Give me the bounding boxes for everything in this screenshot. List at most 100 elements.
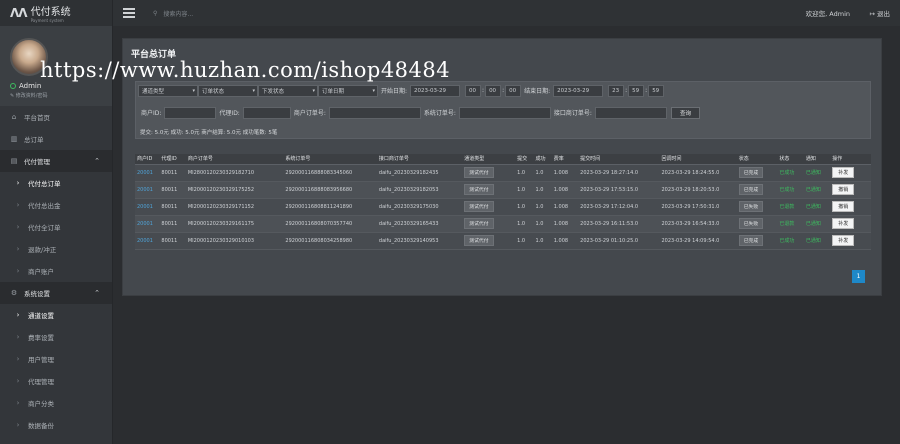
search-icon: ⚲ [153, 9, 158, 17]
end-minute-input[interactable]: 59 [628, 84, 645, 97]
list-icon: ▤ [10, 157, 18, 165]
start-date-input[interactable]: 2023-03-29 [410, 84, 461, 97]
cell-ctime: 2023-03-29 17:50:31.0 [661, 203, 720, 210]
result-text: 已退款 [779, 204, 795, 210]
notify-text: 已通知 [805, 187, 821, 193]
sidebar-item-9[interactable]: › 通道设置 [0, 304, 112, 326]
end-second-input[interactable]: 59 [648, 84, 665, 97]
column-header[interactable]: 回调时间 [659, 154, 737, 165]
table-header: 商户ID 代理ID 商户订单号 系统订单号 接口商订单号 通道类型 提交 成功 费率 提交时间 回调… [135, 154, 871, 165]
topbar: ⚲ 搜索内容... 欢迎您, Admin ↦ 退出 [113, 0, 900, 26]
notify-text: 已通知 [805, 221, 821, 227]
sidebar-item-2[interactable]: ▤ 代付管理 ⌃ [0, 150, 112, 172]
sidebar-item-label: 商户分类 [28, 400, 54, 408]
sidebar-item-4[interactable]: › 代付总出金 [0, 194, 112, 216]
merchant-id-link[interactable]: 20001 [137, 221, 153, 227]
result-text: 已成功 [779, 187, 795, 193]
start-minute-input[interactable]: 00 [485, 84, 502, 97]
sidebar-item-6[interactable]: › 退款/冲正 [0, 238, 112, 260]
sidebar-item-label: 总订单 [24, 136, 44, 144]
status-badge: 已完成 [738, 235, 764, 246]
merchant-id-link[interactable]: 20001 [137, 238, 153, 244]
date-type-select[interactable]: 订单日期 ▾ [318, 84, 378, 97]
sidebar-item-8[interactable]: ⚙ 系统设置 ⌃ [0, 282, 112, 304]
merchant-id-link[interactable]: 20001 [137, 170, 153, 176]
status-badge: 已完成 [738, 184, 764, 195]
sidebar-item-label: 数据备份 [28, 422, 54, 430]
column-header[interactable]: 接口商订单号 [376, 154, 463, 165]
search-button[interactable]: 查询 [670, 106, 700, 119]
sidebar-item-7[interactable]: › 商户账户 [0, 260, 112, 282]
chevron-right-icon: › [16, 311, 20, 319]
column-header[interactable]: 代理ID [159, 154, 186, 165]
table-row: 20001 80011 MI200012023032917525​2 29200011… [135, 181, 871, 199]
order-status-select[interactable]: 订单状态 ▾ [198, 84, 258, 97]
menu-toggle-icon[interactable] [123, 8, 135, 18]
column-header[interactable]: 通知 [803, 154, 831, 165]
sidebar-item-0[interactable]: ⌂ 平台首页 [0, 106, 112, 128]
row-action-button[interactable]: 补发 [832, 235, 855, 246]
pagination-page-1[interactable]: 1 [852, 270, 865, 283]
row-action-button[interactable]: 撤销 [832, 184, 855, 195]
cell-morder: MI200012023032916117​5 [187, 220, 255, 227]
column-header[interactable]: 通道类型 [462, 154, 516, 165]
column-header[interactable]: 商户ID [135, 154, 160, 165]
merchant-id-link[interactable]: 20001 [137, 187, 153, 193]
row-action-button[interactable]: 撤销 [832, 201, 855, 212]
issue-status-select[interactable]: 下发状态 ▾ [258, 84, 318, 97]
upstream-order-input[interactable] [594, 106, 667, 119]
row-action-button[interactable]: 补发 [832, 167, 855, 178]
system-order-input[interactable] [458, 106, 551, 119]
cell-aid: 80011 [161, 186, 178, 193]
sidebar-item-13[interactable]: › 商户分类 [0, 392, 112, 414]
cell-sorder: 292000116808034258980 [285, 237, 353, 244]
chevron-right-icon: › [16, 223, 20, 231]
channel-tag: 测试代付 [464, 184, 494, 195]
column-header[interactable]: 状态 [777, 154, 804, 165]
sidebar-item-10[interactable]: › 费率设置 [0, 326, 112, 348]
column-header[interactable]: 提交时间 [578, 154, 660, 165]
sidebar-item-3[interactable]: › 代付总订单 [0, 172, 112, 194]
merchant-order-input[interactable] [328, 106, 421, 119]
sidebar-item-12[interactable]: › 代理管理 [0, 370, 112, 392]
avatar[interactable] [10, 38, 48, 76]
agent-id-input[interactable] [242, 106, 291, 119]
sidebar-item-14[interactable]: › 数据备份 [0, 414, 112, 436]
start-hour-input[interactable]: 00 [465, 84, 482, 97]
cell-ctime: 2023-03-29 18:20:53.0 [661, 186, 720, 193]
cell-rate: 1.008 [553, 169, 569, 176]
end-hour-input[interactable]: 23 [608, 84, 625, 97]
search-input[interactable]: 搜索内容... [163, 9, 193, 18]
end-date-input[interactable]: 2023-03-29 [553, 84, 604, 97]
merchant-id-link[interactable]: 20001 [137, 204, 153, 210]
sidebar-item-1[interactable]: ▥ 总订单 [0, 128, 112, 150]
start-second-input[interactable]: 00 [505, 84, 522, 97]
column-header[interactable]: 商户订单号 [185, 154, 284, 165]
sidebar-item-label: 费率设置 [28, 334, 54, 342]
cell-aid: 80011 [161, 237, 178, 244]
sidebar-item-5[interactable]: › 代付全订单 [0, 216, 112, 238]
app-title: 代付系统 [30, 7, 71, 18]
channel-tag: 测试代付 [464, 218, 494, 229]
edit-profile-link[interactable]: ✎ 修改资料/密码 [10, 92, 47, 99]
column-header[interactable]: 状态 [736, 154, 778, 165]
chevron-right-icon: › [16, 333, 20, 341]
column-header[interactable]: 成功 [533, 154, 552, 165]
row-action-button[interactable]: 补发 [832, 218, 855, 229]
merchant-id-input[interactable] [164, 106, 217, 119]
column-header[interactable]: 费率 [551, 154, 579, 165]
channel-type-select[interactable]: 通道类型 ▾ [138, 84, 198, 97]
chevron-right-icon: › [16, 399, 20, 407]
app-subtitle: Payment system [30, 18, 64, 23]
orders-table: 商户ID 代理ID 商户订单号 系统订单号 接口商订单号 通道类型 提交 成功 费率 提交时间 回调… [135, 154, 871, 250]
column-header[interactable]: 系统订单号 [283, 154, 377, 165]
logout-button[interactable]: ↦ 退出 [869, 8, 890, 18]
logo: ΛΛ 代付系统 Payment system [0, 0, 112, 26]
column-header[interactable]: 操作 [830, 154, 871, 165]
column-header[interactable]: 提交 [515, 154, 534, 165]
search-box[interactable]: ⚲ 搜索内容... [153, 9, 193, 18]
sidebar-item-11[interactable]: › 用户管理 [0, 348, 112, 370]
agent-id-label: 代理ID: [219, 110, 240, 117]
system-order-label: 系统订单号: [423, 110, 456, 117]
cell-submit: 1.0 [517, 203, 526, 210]
